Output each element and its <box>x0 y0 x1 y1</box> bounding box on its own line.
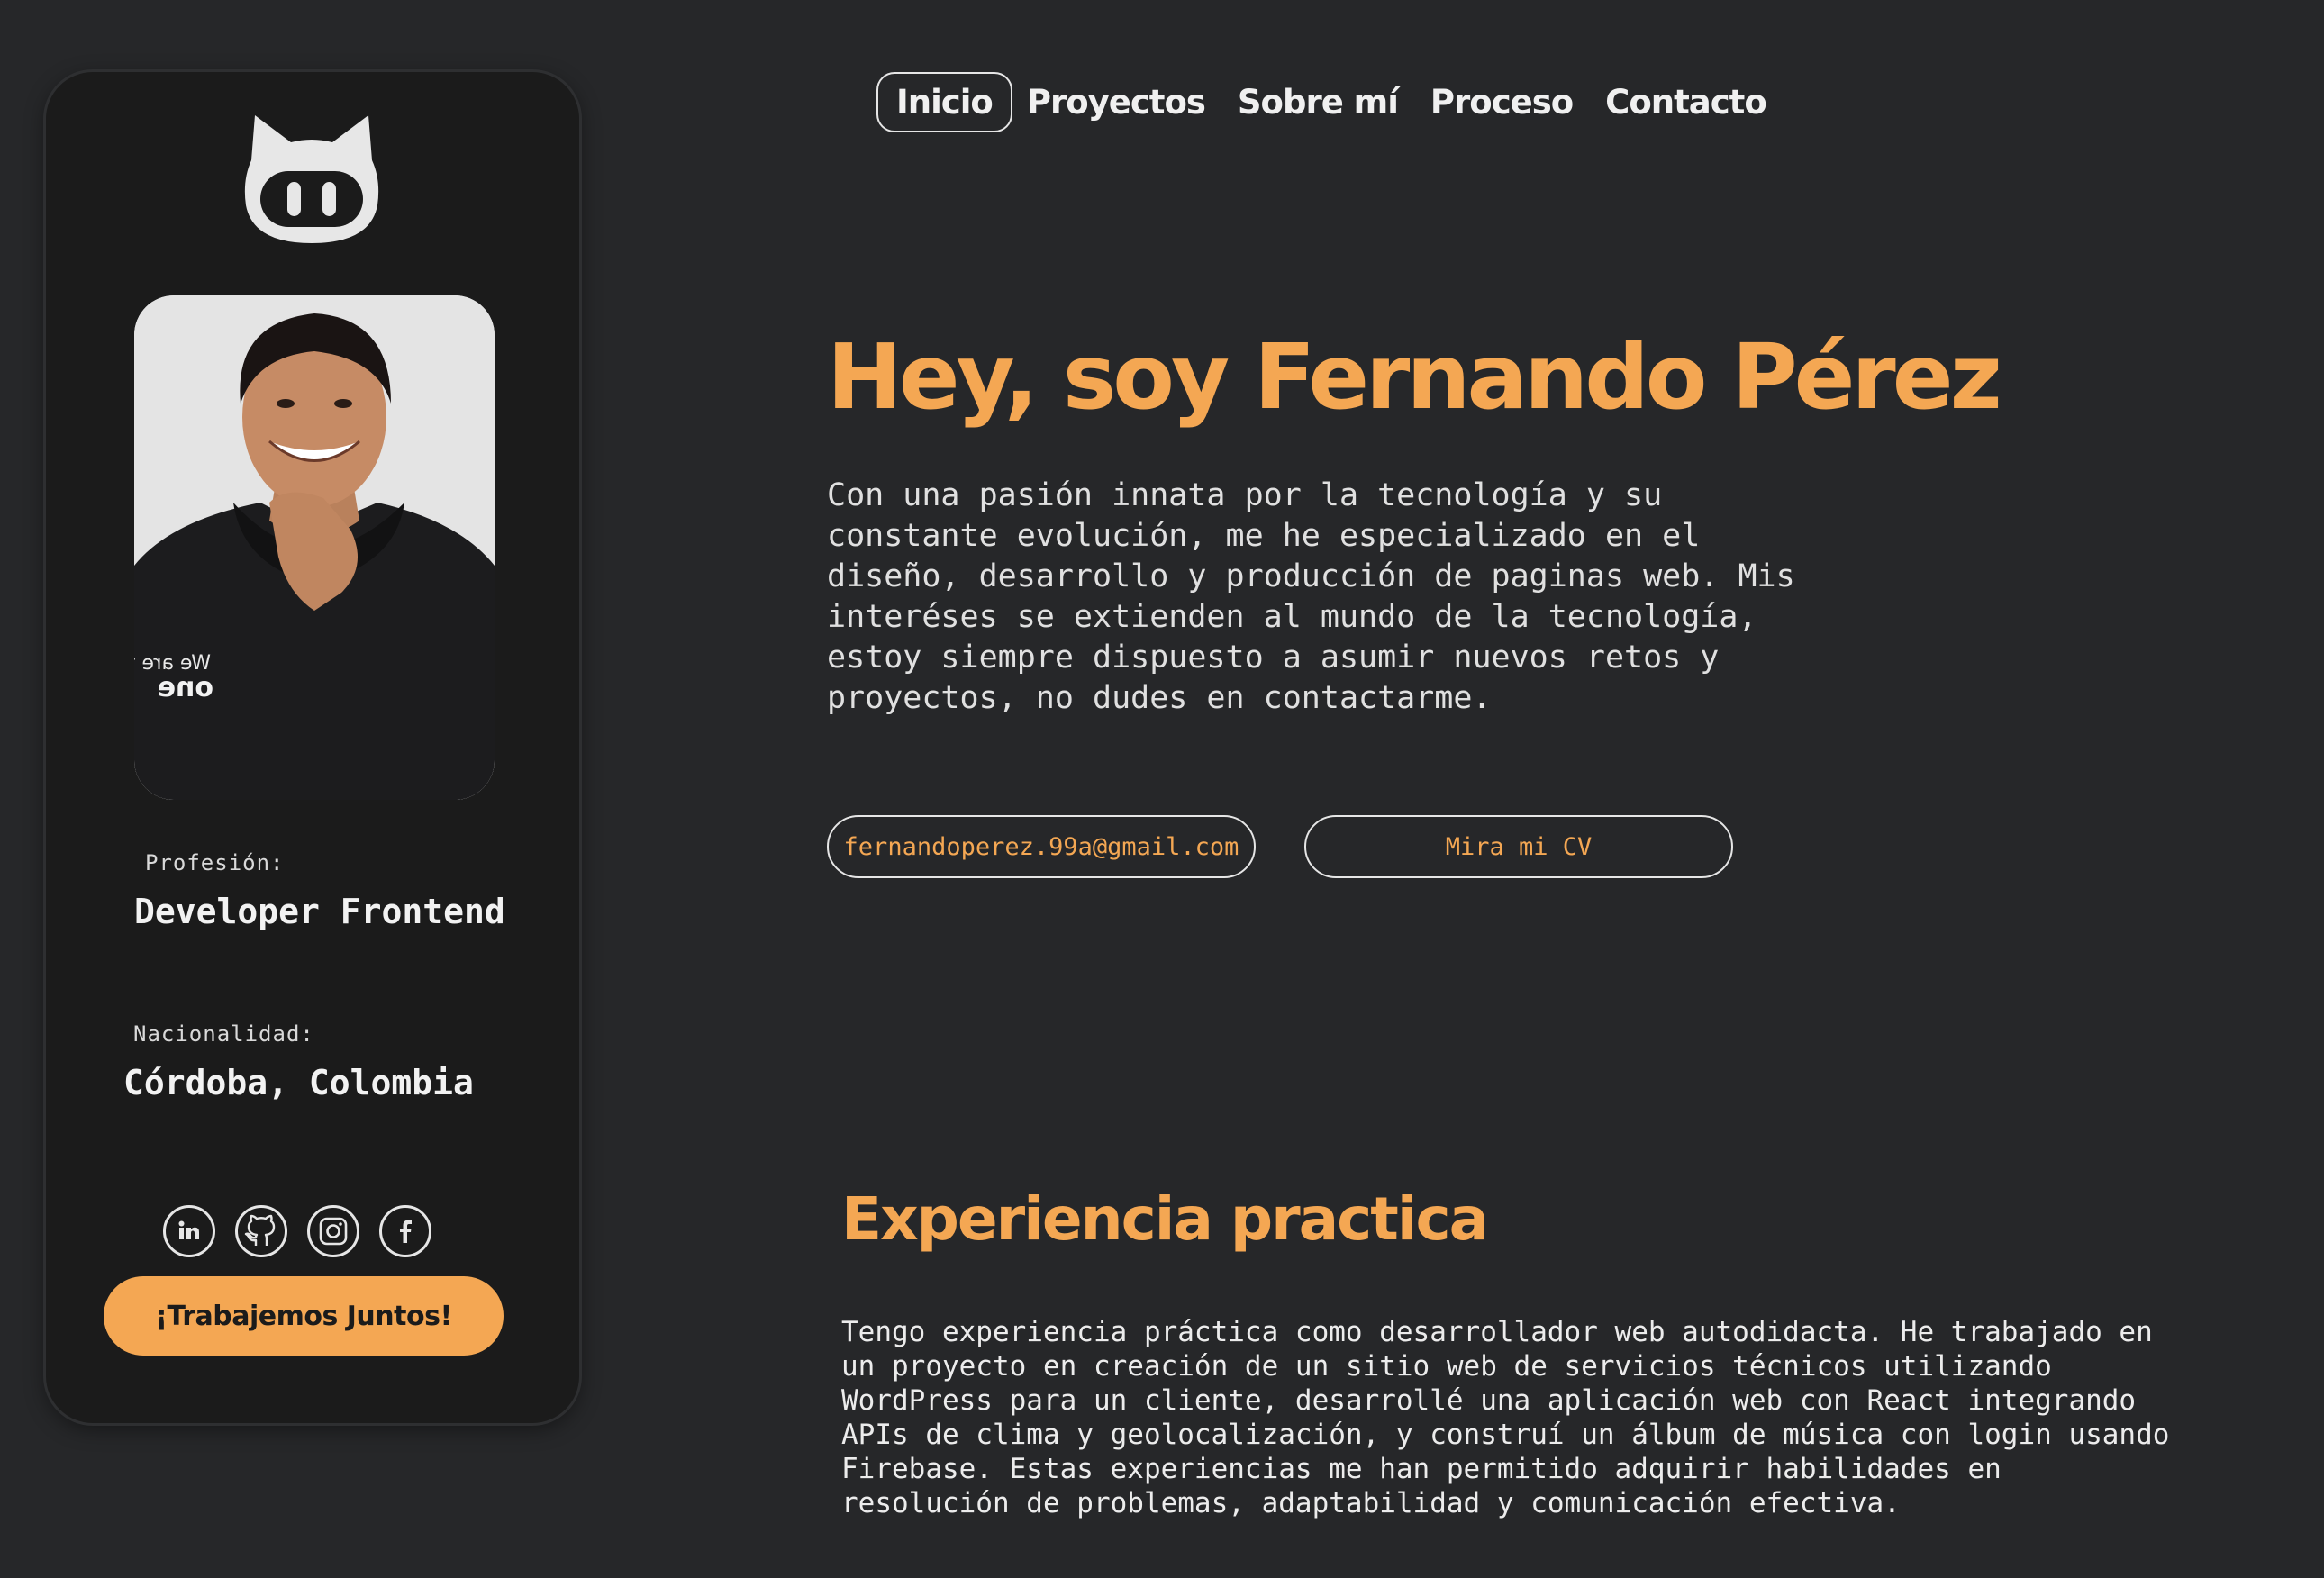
svg-text:one: one <box>158 672 213 703</box>
hero-title: Hey, soy Fernando Pérez <box>827 324 2002 430</box>
nav-item-inicio[interactable]: Inicio <box>876 72 1012 132</box>
work-together-button[interactable]: ¡Trabajemos Juntos! <box>104 1276 504 1356</box>
cat-logo-icon[interactable] <box>235 108 388 252</box>
profesion-label: Profesión: <box>145 850 285 875</box>
profile-card: We are the one Profesión: Developer Fron… <box>46 72 579 1423</box>
instagram-icon[interactable] <box>307 1205 359 1257</box>
nav-item-contacto[interactable]: Contacto <box>1605 83 1767 122</box>
nav-item-proceso[interactable]: Proceso <box>1430 83 1574 122</box>
social-links <box>163 1205 431 1257</box>
facebook-icon[interactable] <box>379 1205 431 1257</box>
main-nav: Inicio Proyectos Sobre mí Proceso Contac… <box>876 72 1799 132</box>
linkedin-icon[interactable] <box>163 1205 215 1257</box>
experience-title: Experiencia practica <box>841 1184 1489 1254</box>
experience-text: Tengo experiencia práctica como desarrol… <box>841 1316 2170 1519</box>
hero-description: Con una pasión innata por la tecnología … <box>827 477 1795 716</box>
nav-item-sobre-mi[interactable]: Sobre mí <box>1238 83 1399 122</box>
profesion-value: Developer Frontend <box>134 892 505 931</box>
email-button[interactable]: fernandoperez.99a@gmail.com <box>827 815 1256 878</box>
nacionalidad-label: Nacionalidad: <box>133 1021 314 1047</box>
cv-button[interactable]: Mira mi CV <box>1304 815 1733 878</box>
profile-photo: We are the one <box>134 295 495 800</box>
nacionalidad-value: Córdoba, Colombia <box>123 1063 474 1102</box>
github-icon[interactable] <box>235 1205 287 1257</box>
nav-item-proyectos[interactable]: Proyectos <box>1027 83 1206 122</box>
